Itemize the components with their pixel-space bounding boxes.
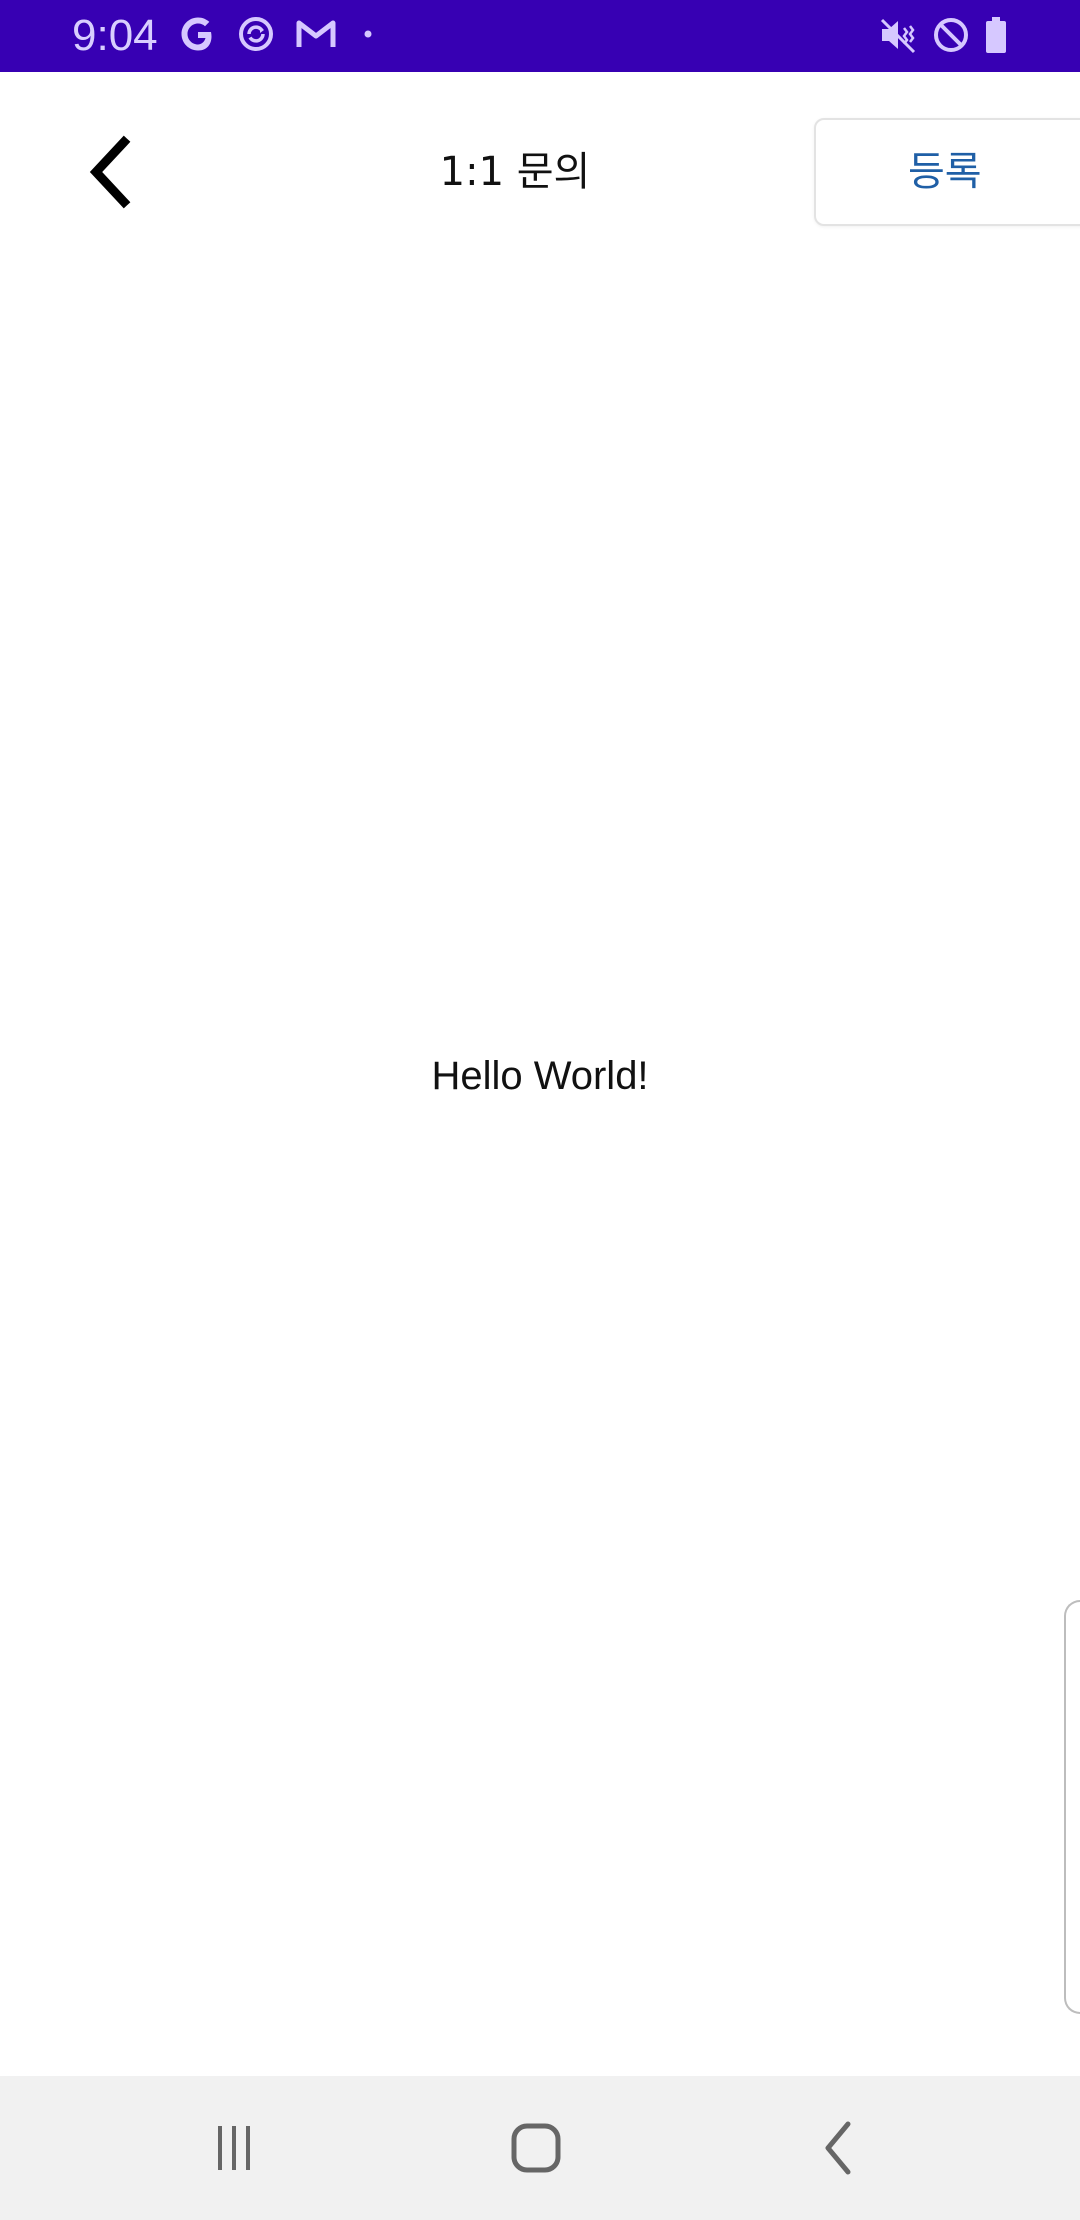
- screen: 9:04 1:1 문의 등록 Hello World!: [0, 0, 1080, 2220]
- gmail-icon: [296, 20, 336, 47]
- do-not-disturb-icon: [934, 18, 968, 52]
- back-icon: [825, 2121, 851, 2175]
- home-icon: [511, 2123, 561, 2173]
- battery-icon: [986, 17, 1006, 53]
- app-bar: 1:1 문의 등록: [0, 72, 1080, 278]
- hello-text: Hello World!: [431, 1054, 649, 1098]
- status-bar: 9:04: [0, 0, 1080, 72]
- nav-back-button[interactable]: [798, 2108, 878, 2188]
- google-icon: [181, 17, 212, 51]
- home-button[interactable]: [496, 2108, 576, 2188]
- dot-icon: [364, 30, 372, 38]
- status-time: 9:04: [72, 11, 158, 60]
- navigation-bar: [0, 2076, 1080, 2220]
- edge-panel-handle[interactable]: [1064, 1600, 1080, 2014]
- recents-button[interactable]: [194, 2108, 274, 2188]
- status-right-icons: [878, 14, 1010, 56]
- sync-icon: [239, 17, 273, 51]
- recents-icon: [218, 2126, 250, 2170]
- mute-icon: [880, 18, 916, 54]
- status-left-icons: [178, 14, 380, 54]
- register-button[interactable]: 등록: [814, 118, 1080, 226]
